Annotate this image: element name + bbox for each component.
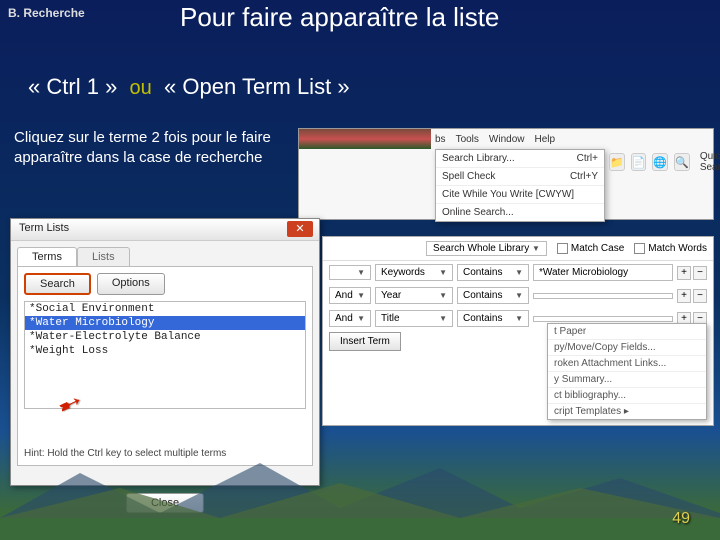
menu-item[interactable]: py/Move/Copy Fields... [548, 340, 706, 356]
hint-text: Hint: Hold the Ctrl key to select multip… [24, 448, 226, 459]
add-row-button[interactable]: + [677, 266, 691, 280]
menu-item-tools[interactable]: Tools [456, 134, 479, 145]
app-toolbar: bs Tools Window Help Search Library...Ct… [298, 128, 714, 220]
remove-row-button[interactable]: − [693, 266, 707, 280]
context-menu-fragment: t Paper py/Move/Copy Fields... roken Att… [547, 323, 707, 420]
list-item-selected[interactable]: *Water Microbiology [25, 316, 305, 330]
value-input[interactable]: *Water Microbiology [533, 264, 673, 281]
page-icon[interactable]: 📄 [631, 153, 647, 171]
menu-item[interactable]: y Summary... [548, 372, 706, 388]
term-lists-dialog: Term Lists ✕ Terms Lists Search Options … [10, 218, 320, 486]
dropdown-item[interactable]: Cite While You Write [CWYW] [436, 186, 604, 204]
breadcrumb: B. Recherche [8, 6, 85, 20]
value-input[interactable] [533, 316, 673, 322]
field-select[interactable]: Title▼ [375, 310, 453, 327]
search-row: ▼ Keywords▼ Contains▼ *Water Microbiolog… [323, 261, 713, 284]
list-item[interactable]: *Weight Loss [25, 344, 305, 358]
folder-icon[interactable]: 📁 [609, 153, 625, 171]
close-icon[interactable]: ✕ [287, 221, 313, 237]
scope-select[interactable]: Search Whole Library ▼ [426, 241, 547, 256]
quick-search-label[interactable]: Quick Sear [700, 151, 720, 173]
dropdown-item[interactable]: Search Library...Ctrl+ [436, 150, 604, 168]
op-select[interactable]: And▼ [329, 310, 371, 327]
menu-bar: bs Tools Window Help [299, 129, 713, 149]
cond-select[interactable]: Contains▼ [457, 310, 529, 327]
menu-item[interactable]: cript Templates ▸ [548, 404, 706, 419]
shortcut-line: « Ctrl 1 » ou « Open Term List » [28, 74, 350, 100]
page-number: 49 [672, 510, 690, 528]
search-button[interactable]: Search [24, 273, 91, 295]
search-row: And▼ Year▼ Contains▼ +− [323, 284, 713, 307]
dialog-titlebar: Term Lists ✕ [11, 219, 319, 241]
menu-item[interactable]: roken Attachment Links... [548, 356, 706, 372]
add-row-button[interactable]: + [677, 289, 691, 303]
op-select[interactable]: And▼ [329, 287, 371, 304]
match-case-checkbox[interactable]: Match Case [557, 243, 624, 254]
cond-select[interactable]: Contains▼ [457, 287, 529, 304]
value-input[interactable] [533, 293, 673, 299]
dropdown-item[interactable]: Online Search... [436, 204, 604, 221]
tab-lists[interactable]: Lists [77, 247, 130, 266]
close-button[interactable]: Close [126, 493, 204, 513]
list-item[interactable]: *Water-Electrolyte Balance [25, 330, 305, 344]
dropdown-item[interactable]: Spell CheckCtrl+Y [436, 168, 604, 186]
menu-item-window[interactable]: Window [489, 134, 525, 145]
field-select[interactable]: Keywords▼ [375, 264, 453, 281]
menu-item-help[interactable]: Help [535, 134, 556, 145]
remove-row-button[interactable]: − [693, 289, 707, 303]
instruction-text: Cliquez sur le terme 2 fois pour le fair… [14, 128, 284, 169]
chevron-down-icon: ▼ [532, 244, 540, 253]
list-item[interactable]: *Social Environment [25, 302, 305, 316]
cond-select[interactable]: Contains▼ [457, 264, 529, 281]
search-panel: Search Whole Library ▼ Match Case Match … [322, 236, 714, 426]
toolbar-icons: 📁 📄 🌐 🔍 Quick Sear [609, 151, 720, 173]
search-icon[interactable]: 🔍 [674, 153, 690, 171]
menu-item[interactable]: ct bibliography... [548, 388, 706, 404]
menu-item[interactable]: bs [435, 134, 446, 145]
op-select[interactable]: ▼ [329, 265, 371, 280]
tab-terms[interactable]: Terms [17, 247, 77, 266]
page-title: Pour faire apparaître la liste [180, 2, 499, 33]
insert-term-button[interactable]: Insert Term [329, 332, 401, 351]
tools-dropdown: Search Library...Ctrl+ Spell CheckCtrl+Y… [435, 149, 605, 222]
options-button[interactable]: Options [97, 273, 165, 295]
globe-icon[interactable]: 🌐 [652, 153, 668, 171]
field-select[interactable]: Year▼ [375, 287, 453, 304]
match-words-checkbox[interactable]: Match Words [634, 243, 707, 254]
menu-item[interactable]: t Paper [548, 324, 706, 340]
